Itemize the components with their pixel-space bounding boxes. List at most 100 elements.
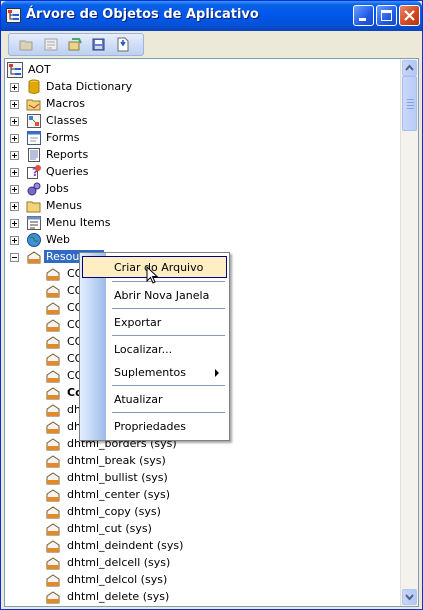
scroll-down-button[interactable] [402,589,417,605]
toolbar-strip [8,33,144,56]
resource-icon [46,336,60,349]
menu-separator [112,308,225,309]
expand-toggle[interactable] [10,185,19,194]
compile-icon[interactable] [67,37,83,52]
title-bar[interactable]: Árvore de Objetos de Aplicativo [1,1,422,31]
resource-label: dhtml_delcol (sys) [67,573,168,586]
resource-icon [46,557,60,570]
tree-node-label: Macros [46,97,86,110]
resource-icon [46,353,60,366]
resource-icon [46,438,60,451]
aot-root-icon [7,62,23,78]
tree-node-label: Queries [46,165,89,178]
resource-icon [46,404,60,417]
resource-icon [46,268,60,281]
tree-node-label: Reports [46,148,89,161]
menu-item-label: Exportar [114,316,162,329]
tree-node-label: Forms [46,131,80,144]
menu-items-icon [27,216,41,230]
menu-item-atualizar[interactable]: Atualizar [82,388,227,410]
expand-toggle[interactable] [10,202,19,211]
menu-separator [112,335,225,336]
close-icon [404,10,415,21]
resource-icon [46,472,60,485]
tree-node-label: Data Dictionary [46,80,133,93]
scroll-thumb[interactable] [402,76,417,131]
tree-node-label: Classes [46,114,88,127]
collapse-toggle[interactable] [10,253,19,262]
menus-folder-icon [26,201,41,213]
queries-icon: ? [27,165,41,179]
resource-icon [46,489,60,502]
close-button[interactable] [399,5,420,26]
menu-item-label: Propriedades [114,420,186,433]
resource-icon [46,591,60,604]
menu-separator [112,385,225,386]
resource-icon [46,285,60,298]
menu-item-localizar[interactable]: Localizar... [82,338,227,360]
jobs-icon [27,182,41,196]
expand-toggle[interactable] [10,236,19,245]
scroll-up-button[interactable] [402,60,417,76]
properties-icon[interactable] [43,37,59,52]
tree-node-label: Menu Items [46,216,111,229]
menu-item-propriedades[interactable]: Propriedades [82,415,227,437]
resource-icon [46,506,60,519]
menu-item-label: Localizar... [114,343,173,356]
expand-toggle[interactable] [10,168,19,177]
menu-item-label: Abrir Nova Janela [114,289,210,302]
scroll-down-arrow-icon [405,594,414,601]
minimize-icon [359,18,366,21]
expand-toggle[interactable] [10,219,19,228]
resource-icon [46,370,60,383]
expand-toggle[interactable] [10,117,19,126]
menu-separator [112,412,225,413]
resource-icon [46,387,60,400]
aot-app-icon [6,8,21,23]
resource-label: dhtml_deindent (sys) [67,539,184,552]
expand-toggle[interactable] [10,83,19,92]
tree-node-label: Jobs [46,182,69,195]
resource-icon [46,455,60,468]
resource-icon [46,302,60,315]
maximize-button[interactable] [376,5,397,26]
save-icon[interactable] [91,37,107,52]
resource-icon [46,540,60,553]
resource-label: dhtml_break (sys) [67,454,166,467]
aot-window: Árvore de Objetos de Aplicativo AOT Data… [0,0,423,610]
forms-icon [27,131,41,145]
menu-item-label: Atualizar [114,393,163,406]
resource-label: dhtml_delete (sys) [67,590,170,603]
tree-root-label: AOT [28,63,51,76]
menu-item-suplementos[interactable]: Suplementos [82,361,227,383]
minimize-button[interactable] [353,5,374,26]
resource-label: dhtml_center (sys) [67,488,170,501]
resource-icon [46,523,60,536]
menu-separator [112,281,225,282]
reports-icon [28,148,40,162]
mouse-pointer-icon [146,266,159,284]
tree-node-label: Web [46,233,70,246]
tree-node-label: Menus [46,199,82,212]
macros-folder-icon [26,99,41,111]
expand-toggle[interactable] [10,151,19,160]
toolbar [4,31,419,57]
expand-toggle[interactable] [10,100,19,109]
window-title: Árvore de Objetos de Aplicativo [26,7,259,22]
resource-label: dhtml_copy (sys) [67,505,161,518]
resource-label: dhtml_delcell (sys) [67,556,171,569]
vertical-scrollbar[interactable] [400,59,418,606]
expand-toggle[interactable] [10,134,19,143]
web-globe-icon [27,233,41,247]
database-icon [28,79,40,94]
menu-item-exportar[interactable]: Exportar [82,311,227,333]
resource-label: dhtml_bullist (sys) [67,471,168,484]
maximize-icon [381,10,392,21]
open-folder-icon[interactable] [19,37,35,52]
classes-icon [27,114,41,128]
import-icon[interactable] [115,37,131,52]
resource-label: dhtml_cut (sys) [67,522,152,535]
submenu-arrow-icon [215,369,219,377]
menu-item-abrir-nova-janela[interactable]: Abrir Nova Janela [82,284,227,306]
scroll-up-arrow-icon [405,64,414,71]
